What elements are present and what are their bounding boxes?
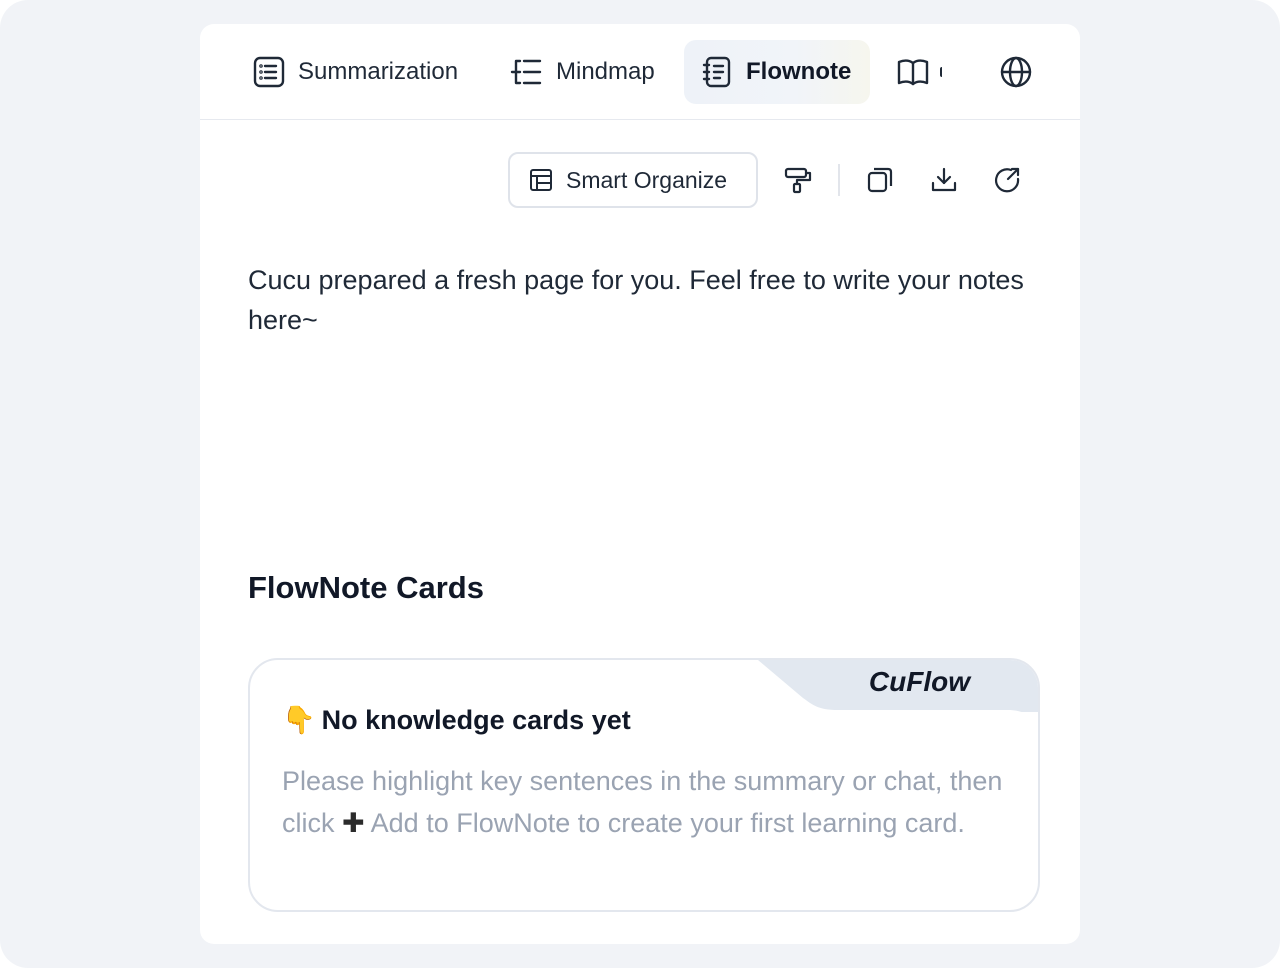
format-painter-icon <box>784 167 812 194</box>
download-icon <box>931 167 957 192</box>
list-icon <box>253 56 285 88</box>
tab-summarization-label: Summarization <box>298 58 459 85</box>
mindmap-icon <box>510 59 542 85</box>
pointing-down-icon: 👇 <box>282 705 316 735</box>
format-painter-button[interactable] <box>778 160 818 200</box>
tab-book[interactable] <box>880 40 950 104</box>
note-editor[interactable]: Cucu prepared a fresh page for you. Feel… <box>248 260 1048 340</box>
tab-mindmap-label: Mindmap <box>556 58 655 85</box>
card-body: Please highlight key sentences in the su… <box>282 760 1022 844</box>
toolbar-divider <box>838 164 840 196</box>
note-toolbar: Smart Organize <box>508 152 1020 208</box>
globe-icon <box>1000 56 1032 88</box>
tab-bar: Summarization Mindmap Flownote <box>200 24 1080 120</box>
copy-button[interactable] <box>860 160 900 200</box>
tab-overflow-fade <box>940 67 944 77</box>
card-title: 👇 No knowledge cards yet <box>282 704 631 736</box>
card-body-after: Add to FlowNote to create your first lea… <box>364 808 965 838</box>
share-icon <box>994 167 1020 193</box>
tab-flownote-label: Flownote <box>746 58 852 85</box>
download-button[interactable] <box>924 160 964 200</box>
flownote-cards-heading: FlowNote Cards <box>248 570 484 605</box>
smart-organize-button[interactable]: Smart Organize <box>508 152 758 208</box>
share-button[interactable] <box>988 160 1028 200</box>
tab-mindmap[interactable]: Mindmap <box>494 40 671 104</box>
book-icon <box>897 59 929 86</box>
flownote-panel: Summarization Mindmap Flownote Smart Org… <box>200 24 1080 944</box>
tab-flownote[interactable]: Flownote <box>684 40 870 104</box>
card-badge: CuFlow <box>868 666 970 697</box>
smart-organize-label: Smart Organize <box>566 166 728 193</box>
empty-cards-card: CuFlow 👇 No knowledge cards yet Please h… <box>248 658 1040 912</box>
notebook-icon <box>702 56 731 88</box>
card-title-text: No knowledge cards yet <box>321 704 631 735</box>
copy-icon <box>867 167 893 193</box>
language-button[interactable] <box>996 52 1036 92</box>
tab-summarization[interactable]: Summarization <box>236 40 474 104</box>
layout-icon <box>530 169 552 191</box>
plus-icon: ✚ <box>342 808 365 838</box>
